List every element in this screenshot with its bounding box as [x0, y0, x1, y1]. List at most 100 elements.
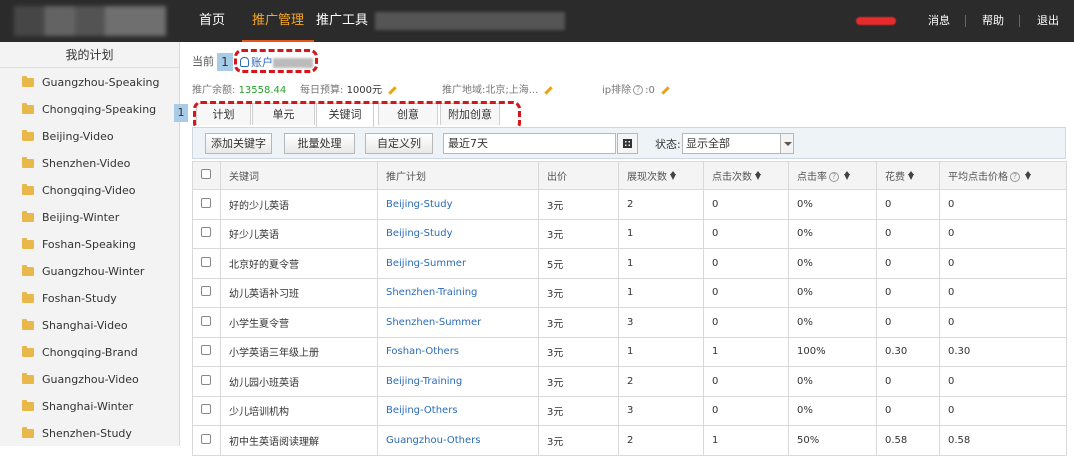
- select-all-checkbox[interactable]: [201, 169, 211, 179]
- edit-pencil-icon[interactable]: [544, 85, 554, 95]
- sort-icon[interactable]: [755, 171, 761, 180]
- sidebar-plan-item[interactable]: Chongqing-Brand: [0, 339, 179, 366]
- cell-keyword[interactable]: 少儿培训机构: [220, 395, 378, 426]
- cell-bid[interactable]: 3元: [538, 218, 619, 249]
- cell-avg-cpc: 0: [939, 366, 1067, 397]
- sidebar-plan-item[interactable]: Guangzhou-Speaking: [0, 69, 179, 96]
- cell-keyword[interactable]: 北京好的夏令营: [220, 248, 378, 279]
- header-ctr[interactable]: 点击率?: [788, 161, 877, 190]
- cell-plan[interactable]: Beijing-Others: [377, 395, 539, 426]
- sidebar-plan-item[interactable]: Chongqing-Video: [0, 177, 179, 204]
- nav-home[interactable]: 首页: [189, 0, 235, 42]
- add-keyword-button[interactable]: 添加关键字: [205, 133, 272, 154]
- help-icon[interactable]: ?: [633, 85, 644, 95]
- sidebar-plan-item[interactable]: Shanghai-Video: [0, 312, 179, 339]
- row-checkbox-cell[interactable]: [192, 248, 221, 279]
- sidebar-item-label: Guangzhou-Video: [42, 373, 139, 386]
- sidebar-plan-item[interactable]: Foshan-Speaking: [0, 231, 179, 258]
- cell-keyword[interactable]: 初中生英语阅读理解: [220, 425, 378, 456]
- sort-icon[interactable]: [844, 171, 850, 180]
- cell-bid[interactable]: 5元: [538, 248, 619, 279]
- cell-keyword[interactable]: 小学英语三年级上册: [220, 336, 378, 367]
- folder-icon: [22, 265, 34, 276]
- nav-promotion-management[interactable]: 推广管理: [242, 0, 315, 42]
- sidebar-plan-item[interactable]: Chongqing-Speaking: [0, 96, 179, 123]
- calendar-button[interactable]: [617, 133, 638, 154]
- row-checkbox[interactable]: [201, 197, 211, 208]
- sidebar-plan-item[interactable]: Beijing-Winter: [0, 204, 179, 231]
- sort-icon[interactable]: [908, 171, 914, 180]
- keyword-toolbar: 添加关键字 批量处理 自定义列 最近7天 状态: 显示全部: [192, 127, 1066, 159]
- cell-bid[interactable]: 3元: [538, 189, 619, 220]
- row-checkbox-cell[interactable]: [192, 336, 221, 367]
- cell-keyword[interactable]: 好少儿英语: [220, 218, 378, 249]
- row-checkbox-cell[interactable]: [192, 189, 221, 220]
- cell-keyword[interactable]: 小学生夏令营: [220, 307, 378, 338]
- sidebar-plan-item[interactable]: Guangzhou-Winter: [0, 258, 179, 285]
- sidebar-plan-item[interactable]: Foshan-Study: [0, 285, 179, 312]
- cell-bid[interactable]: 3元: [538, 336, 619, 367]
- row-checkbox-cell[interactable]: [192, 307, 221, 338]
- row-checkbox[interactable]: [201, 433, 211, 444]
- header-clicks[interactable]: 点击次数: [703, 161, 789, 190]
- row-checkbox[interactable]: [201, 315, 211, 326]
- status-select[interactable]: 显示全部: [682, 133, 794, 154]
- help-icon[interactable]: ?: [829, 172, 839, 182]
- cell-keyword[interactable]: 幼儿英语补习班: [220, 277, 378, 308]
- row-checkbox-cell[interactable]: [192, 218, 221, 249]
- row-checkbox-cell[interactable]: [192, 277, 221, 308]
- help-link[interactable]: 帮助: [982, 0, 1004, 42]
- sort-icon[interactable]: [1025, 171, 1031, 180]
- header-cost[interactable]: 花费: [876, 161, 940, 190]
- sort-icon[interactable]: [670, 171, 676, 180]
- cell-plan[interactable]: Shenzhen-Training: [377, 277, 539, 308]
- cell-plan[interactable]: Beijing-Summer: [377, 248, 539, 279]
- logout-link[interactable]: 退出: [1037, 0, 1059, 42]
- row-checkbox[interactable]: [201, 374, 211, 385]
- date-range-input[interactable]: 最近7天: [443, 133, 616, 154]
- row-checkbox-cell[interactable]: [192, 366, 221, 397]
- row-checkbox[interactable]: [201, 345, 211, 356]
- cell-plan[interactable]: Beijing-Study: [377, 218, 539, 249]
- step-marker: 1: [174, 104, 188, 122]
- messages-link[interactable]: 消息: [928, 0, 950, 42]
- cell-keyword[interactable]: 幼儿园小班英语: [220, 366, 378, 397]
- header-impressions[interactable]: 展现次数: [618, 161, 704, 190]
- row-checkbox[interactable]: [201, 256, 211, 267]
- row-checkbox-cell[interactable]: [192, 395, 221, 426]
- row-checkbox-cell[interactable]: [192, 425, 221, 456]
- row-checkbox[interactable]: [201, 286, 211, 297]
- table-row: 幼儿英语补习班 Shenzhen-Training 3元 1 0 0% 0 0: [192, 277, 1067, 308]
- sidebar-plan-item[interactable]: Beijing-Video: [0, 123, 179, 150]
- cell-cost: 0.30: [876, 336, 940, 367]
- cell-bid[interactable]: 3元: [538, 277, 619, 308]
- sidebar-plan-item[interactable]: Shanghai-Winter: [0, 393, 179, 420]
- cell-plan[interactable]: Foshan-Others: [377, 336, 539, 367]
- row-checkbox[interactable]: [201, 404, 211, 415]
- help-icon[interactable]: ?: [1010, 172, 1020, 182]
- batch-process-button[interactable]: 批量处理: [284, 133, 355, 154]
- select-all-cell[interactable]: [192, 161, 221, 190]
- budget-info: 每日预算: 1000元: [300, 81, 397, 96]
- cell-ctr: 0%: [788, 218, 877, 249]
- sidebar-plan-item[interactable]: Shenzhen-Study: [0, 420, 179, 447]
- cell-bid[interactable]: 3元: [538, 307, 619, 338]
- sidebar-plan-item[interactable]: Guangzhou-Video: [0, 366, 179, 393]
- cell-ctr: 0%: [788, 248, 877, 279]
- nav-promotion-tools[interactable]: 推广工具: [306, 0, 378, 42]
- cell-bid[interactable]: 3元: [538, 366, 619, 397]
- edit-pencil-icon[interactable]: [388, 85, 397, 95]
- cell-bid[interactable]: 3元: [538, 425, 619, 456]
- sidebar-plan-item[interactable]: Shenzhen-Video: [0, 150, 179, 177]
- cell-plan[interactable]: Beijing-Training: [377, 366, 539, 397]
- cell-plan[interactable]: Guangzhou-Others: [377, 425, 539, 456]
- cell-plan[interactable]: Beijing-Study: [377, 189, 539, 220]
- header-avg-cpc[interactable]: 平均点击价格?: [939, 161, 1067, 190]
- cell-plan[interactable]: Shenzhen-Summer: [377, 307, 539, 338]
- cell-keyword[interactable]: 好的少儿英语: [220, 189, 378, 220]
- cell-bid[interactable]: 3元: [538, 395, 619, 426]
- custom-columns-button[interactable]: 自定义列: [365, 133, 433, 154]
- row-checkbox[interactable]: [201, 227, 211, 238]
- edit-pencil-icon[interactable]: [661, 85, 670, 95]
- cell-ctr: 0%: [788, 366, 877, 397]
